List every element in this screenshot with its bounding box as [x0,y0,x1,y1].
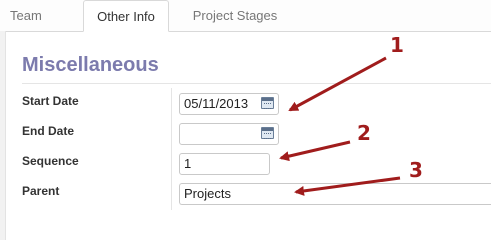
section-title: Miscellaneous [22,54,159,76]
tab-other-info[interactable]: Other Info [83,0,169,32]
annotation-number-2: 2 [357,121,371,145]
start-date-label: Start Date [22,94,79,108]
annotation-arrow-1 [288,56,387,112]
parent-input[interactable]: Projects [179,183,491,205]
tab-team[interactable]: Team [0,0,71,31]
form-view: Team Other Info Project Stages Miscellan… [0,0,491,240]
parent-label: Parent [22,184,60,198]
annotation-arrow-2 [279,140,351,162]
start-date-value: 05/11/2013 [184,96,249,111]
end-date-label: End Date [22,124,75,138]
sequence-label: Sequence [22,154,79,168]
annotation-number-3: 3 [409,158,423,182]
calendar-icon[interactable] [261,127,274,139]
tab-project-stages[interactable]: Project Stages [170,0,300,31]
calendar-icon[interactable] [261,97,274,109]
sequence-value: 1 [184,156,192,171]
column-divider [171,88,172,210]
section-divider [22,83,491,84]
parent-value: Projects [184,186,231,201]
tab-bar: Team Other Info Project Stages [0,0,491,32]
left-border [0,31,6,240]
annotation-number-1: 1 [390,33,404,57]
sequence-input[interactable]: 1 [179,153,270,175]
